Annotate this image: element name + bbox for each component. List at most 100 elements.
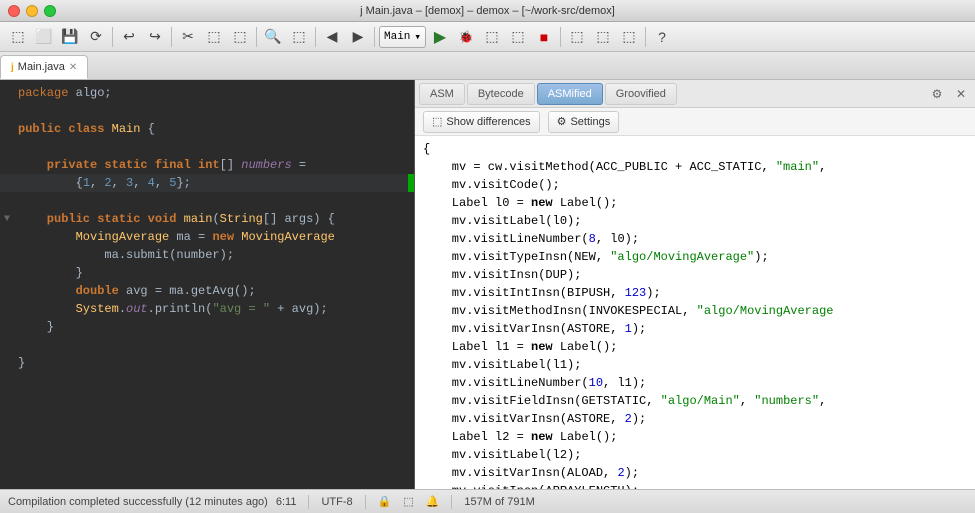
asm-close-icon[interactable]: ✕ (951, 84, 971, 104)
line-content-7 (14, 192, 414, 210)
line-content-8: public static void main(String[] args) { (14, 210, 414, 228)
asm-line-9: mv.visitIntInsn(BIPUSH, 123); (423, 284, 967, 302)
asm-line-8: mv.visitInsn(DUP); (423, 266, 967, 284)
tab-close-icon[interactable]: ✕ (69, 62, 77, 73)
line-content-2 (14, 102, 414, 120)
asm-line-4: Label l0 = new Label(); (423, 194, 967, 212)
line-content-15 (14, 336, 414, 354)
asm-line-18: mv.visitLabel(l2); (423, 446, 967, 464)
encoding-label: UTF-8 (321, 496, 352, 508)
code-line-15 (0, 336, 414, 354)
asm-tab-bytecode[interactable]: Bytecode (467, 83, 535, 105)
toolbar-sdk-btn[interactable]: ⬚ (565, 25, 589, 49)
asm-line-13: mv.visitLabel(l1); (423, 356, 967, 374)
debug-button[interactable]: 🐞 (454, 25, 478, 49)
code-line-5: private static final int[] numbers = (0, 156, 414, 174)
line-content-16: } (14, 354, 414, 372)
run-config-dropdown[interactable]: Main ▾ (379, 26, 426, 48)
line-content-1: package algo; (14, 84, 414, 102)
asm-line-16: mv.visitVarInsn(ASTORE, 2); (423, 410, 967, 428)
toolbar-sep-7 (645, 27, 646, 47)
toolbar-sep-3 (256, 27, 257, 47)
asm-line-11: mv.visitVarInsn(ASTORE, 1); (423, 320, 967, 338)
toolbar-open-btn[interactable]: ⬜ (32, 25, 56, 49)
toolbar-fwd-btn[interactable]: ▶ (346, 25, 370, 49)
code-area[interactable]: package algo; public class Main { pr (0, 80, 414, 489)
asm-tab-asmified[interactable]: ASMified (537, 83, 603, 105)
asm-tab-asmified-label: ASMified (548, 88, 592, 100)
toolbar-undo-btn[interactable]: ↩ (117, 25, 141, 49)
diff-icon: ⬚ (432, 115, 442, 128)
main-content: package algo; public class Main { pr (0, 80, 975, 489)
code-line-3: public class Main { (0, 120, 414, 138)
toolbar-stop-btn[interactable]: ■ (532, 25, 556, 49)
notification-icon: 🔔 (426, 495, 440, 508)
minimize-button[interactable] (26, 5, 38, 17)
asm-line-6: mv.visitLineNumber(8, l0); (423, 230, 967, 248)
java-file-icon: j (11, 62, 14, 73)
code-line-9: MovingAverage ma = new MovingAverage (0, 228, 414, 246)
asm-toolbar: ⬚ Show differences ⚙ Settings (415, 108, 975, 136)
code-line-1: package algo; (0, 84, 414, 102)
tab-label: Main.java (18, 61, 65, 73)
status-sep-1 (308, 495, 309, 509)
toolbar-structure-btn[interactable]: ⬚ (591, 25, 615, 49)
close-button[interactable] (8, 5, 20, 17)
asm-tab-groovified[interactable]: Groovified (605, 83, 677, 105)
toolbar-replace-btn[interactable]: ⬚ (287, 25, 311, 49)
toolbar-profile-btn[interactable]: ⬚ (506, 25, 530, 49)
window-controls[interactable] (8, 5, 56, 17)
code-line-4 (0, 138, 414, 156)
toolbar-sep-6 (560, 27, 561, 47)
toolbar-sep-1 (112, 27, 113, 47)
toolbar-cut-btn[interactable]: ✂ (176, 25, 200, 49)
lock-icon: 🔒 (378, 495, 392, 508)
main-toolbar: ⬚ ⬜ 💾 ⟳ ↩ ↪ ✂ ⬚ ⬚ 🔍 ⬚ ◀ ▶ Main ▾ ▶ 🐞 ⬚ ⬚… (0, 22, 975, 52)
run-config-label: Main (384, 31, 410, 43)
asm-line-19: mv.visitVarInsn(ALOAD, 2); (423, 464, 967, 482)
toolbar-save-btn[interactable]: 💾 (58, 25, 82, 49)
toolbar-coverage-btn[interactable]: ⬚ (480, 25, 504, 49)
line-content-10: ma.submit(number); (14, 246, 414, 264)
asm-settings-icon[interactable]: ⚙ (927, 84, 947, 104)
line-content-3: public class Main { (14, 120, 414, 138)
editor-tabbar: j Main.java ✕ (0, 52, 975, 80)
statusbar-right: 6:11 UTF-8 🔒 ⬚ 🔔 157M of 791M (276, 495, 535, 509)
asm-tab-asm-label: ASM (430, 88, 454, 100)
settings-label: Settings (570, 116, 610, 128)
toolbar-copy-btn[interactable]: ⬚ (202, 25, 226, 49)
toolbar-back-btn[interactable]: ◀ (320, 25, 344, 49)
toolbar-paste-btn[interactable]: ⬚ (228, 25, 252, 49)
toolbar-find-btn[interactable]: 🔍 (261, 25, 285, 49)
show-differences-button[interactable]: ⬚ Show differences (423, 111, 540, 133)
window-title: j Main.java – [demox] – demox – [~/work-… (360, 5, 615, 17)
code-line-14: } (0, 318, 414, 336)
status-sep-2 (365, 495, 366, 509)
status-message: Compilation completed successfully (12 m… (8, 496, 268, 508)
tab-main-java[interactable]: j Main.java ✕ (0, 55, 88, 79)
asm-line-10: mv.visitMethodInsn(INVOKESPECIAL, "algo/… (423, 302, 967, 320)
toolbar-help-btn[interactable]: ? (650, 25, 674, 49)
asm-line-14: mv.visitLineNumber(10, l1); (423, 374, 967, 392)
chevron-down-icon: ▾ (414, 30, 421, 44)
show-differences-label: Show differences (446, 116, 530, 128)
asm-tab-groovified-label: Groovified (616, 88, 666, 100)
toolbar-new-btn[interactable]: ⬚ (6, 25, 30, 49)
asm-line-5: mv.visitLabel(l0); (423, 212, 967, 230)
code-line-16: } (0, 354, 414, 372)
settings-button[interactable]: ⚙ Settings (548, 111, 620, 133)
code-editor-pane: package algo; public class Main { pr (0, 80, 415, 489)
asm-tab-asm[interactable]: ASM (419, 83, 465, 105)
asm-line-7: mv.visitTypeInsn(NEW, "algo/MovingAverag… (423, 248, 967, 266)
code-line-7 (0, 192, 414, 210)
memory-usage: 157M of 791M (464, 496, 534, 508)
toolbar-redo-btn[interactable]: ↪ (143, 25, 167, 49)
code-line-11: } (0, 264, 414, 282)
toolbar-hierarchy-btn[interactable]: ⬚ (617, 25, 641, 49)
asm-code-area[interactable]: { mv = cw.visitMethod(ACC_PUBLIC + ACC_S… (415, 136, 975, 489)
asm-tab-bytecode-label: Bytecode (478, 88, 524, 100)
asm-line-1: { (423, 140, 967, 158)
maximize-button[interactable] (44, 5, 56, 17)
toolbar-sync-btn[interactable]: ⟳ (84, 25, 108, 49)
run-button[interactable]: ▶ (428, 25, 452, 49)
